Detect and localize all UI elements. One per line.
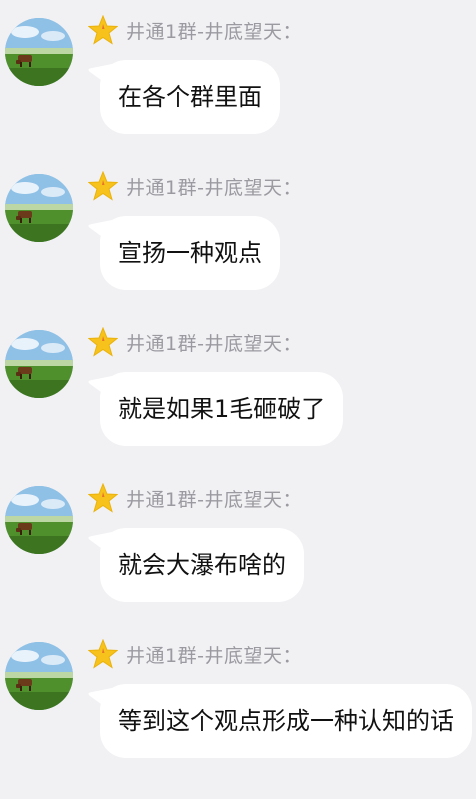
cow-on-grassland-icon — [5, 486, 73, 554]
message-bubble[interactable]: 宣扬一种观点 — [100, 216, 280, 290]
chat-message: 井通1群-井底望天： 宣扬一种观点 — [0, 156, 476, 306]
chat-message: 井通1群-井底望天： 就是如果1毛砸破了 — [0, 312, 476, 462]
sender-row: 井通1群-井底望天： — [88, 482, 302, 514]
chat-message: 井通1群-井底望天： 等到这个观点形成一种认知的话 — [0, 624, 476, 799]
chat-message: 井通1群-井底望天： 在各个群里面 — [0, 0, 476, 150]
cow-on-grassland-icon — [5, 18, 73, 86]
avatar[interactable] — [5, 642, 73, 710]
message-bubble[interactable]: 就是如果1毛砸破了 — [100, 372, 344, 446]
star-icon — [88, 639, 118, 669]
avatar[interactable] — [5, 174, 73, 242]
star-icon — [88, 483, 118, 513]
star-icon — [88, 171, 118, 201]
avatar[interactable] — [5, 330, 73, 398]
sender-name[interactable]: 井通1群-井底望天： — [126, 17, 302, 44]
chat-message: 井通1群-井底望天： 就会大瀑布啥的 — [0, 468, 476, 618]
message-bubble[interactable]: 等到这个观点形成一种认知的话 — [100, 684, 472, 758]
sender-row: 井通1群-井底望天： — [88, 170, 302, 202]
sender-name[interactable]: 井通1群-井底望天： — [126, 641, 302, 668]
star-icon — [88, 15, 118, 45]
star-icon — [88, 327, 118, 357]
sender-row: 井通1群-井底望天： — [88, 14, 302, 46]
sender-row: 井通1群-井底望天： — [88, 638, 302, 670]
avatar[interactable] — [5, 486, 73, 554]
message-bubble[interactable]: 在各个群里面 — [100, 60, 280, 134]
cow-on-grassland-icon — [5, 642, 73, 710]
cow-on-grassland-icon — [5, 174, 73, 242]
chat-message-list: 井通1群-井底望天： 在各个群里面 井通1群-井底望天： 宣扬一种观点 井通1群… — [0, 0, 476, 799]
sender-name[interactable]: 井通1群-井底望天： — [126, 173, 302, 200]
avatar[interactable] — [5, 18, 73, 86]
sender-name[interactable]: 井通1群-井底望天： — [126, 329, 302, 356]
sender-row: 井通1群-井底望天： — [88, 326, 302, 358]
cow-on-grassland-icon — [5, 330, 73, 398]
message-bubble[interactable]: 就会大瀑布啥的 — [100, 528, 304, 602]
sender-name[interactable]: 井通1群-井底望天： — [126, 485, 302, 512]
